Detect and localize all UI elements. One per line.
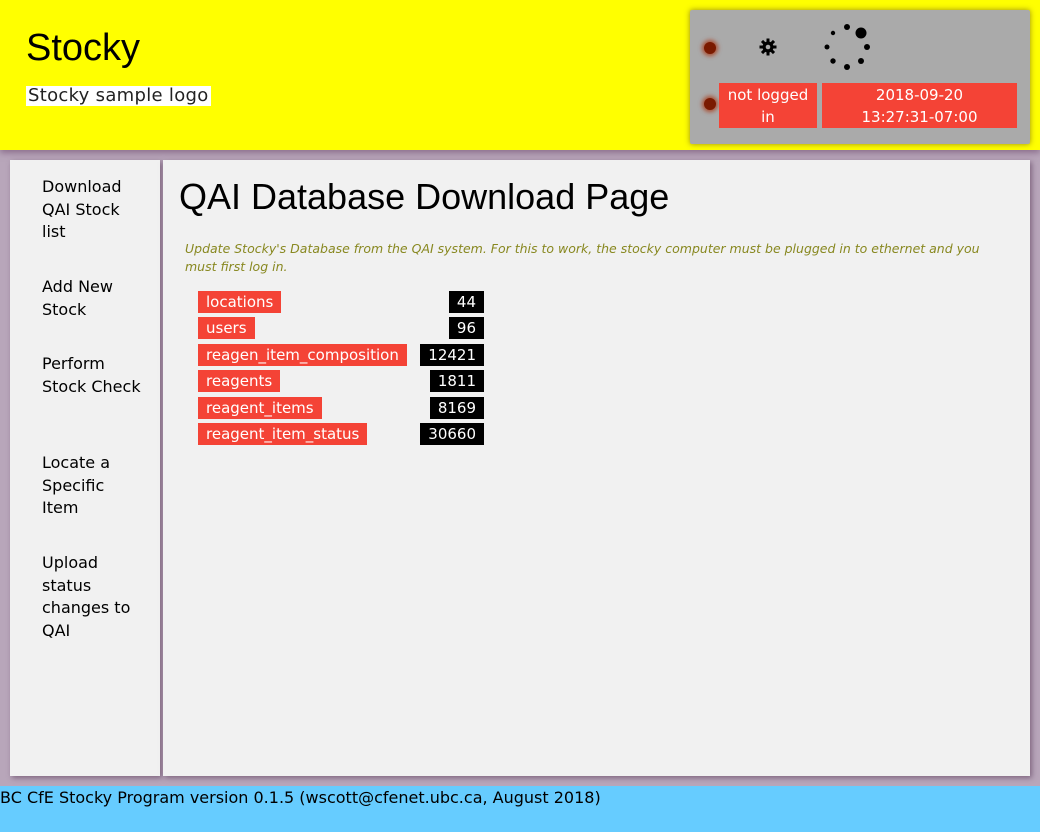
sidebar-item-stock-check[interactable]: Perform Stock Check [42,353,142,398]
table-count-badge: 8169 [429,397,484,419]
server-datetime: 2018-09-20 13:27:31-07:00 [822,83,1017,128]
header: Stocky Stocky sample logo not logged in … [0,0,1040,150]
login-status[interactable]: not logged in [719,83,817,128]
table-row: reagen_item_composition 12421 [198,344,498,366]
sidebar-item-add-stock[interactable]: Add New Stock [42,276,142,321]
footer: BC CfE Stocky Program version 0.1.5 (wsc… [0,786,1040,832]
table-count-badge: 44 [448,291,484,313]
logo: Stocky sample logo [26,85,211,106]
led-icon [704,98,716,110]
table-count-badge: 12421 [420,344,484,366]
login-status-line1: not logged [727,85,809,104]
table-count-badge: 1811 [429,370,484,392]
table-row: reagents 1811 [198,370,498,392]
app-title: Stocky [26,27,141,69]
login-status-line2: in [761,107,775,126]
sidebar: Download QAI Stock list Add New Stock Pe… [10,160,160,776]
main-content: QAI Database Download Page Update Stocky… [163,160,1030,776]
sidebar-item-upload-status[interactable]: Upload status changes to QAI [42,552,142,642]
table-row: users 96 [198,317,498,339]
page-title: QAI Database Download Page [179,176,670,217]
table-row: reagent_items 8169 [198,397,498,419]
table-name-badge: locations [198,291,282,313]
page-description: Update Stocky's Database from the QAI sy… [185,241,980,274]
sidebar-item-locate-item[interactable]: Locate a Specific Item [42,452,142,520]
version-info: BC CfE Stocky Program version 0.1.5 (wsc… [0,788,601,807]
date-text: 2018-09-20 [875,85,964,104]
table-count-badge: 30660 [420,423,484,445]
table-name-badge: reagen_item_composition [198,344,407,366]
table-row: locations 44 [198,291,498,313]
status-panel: not logged in 2018-09-20 13:27:31-07:00 [690,10,1030,144]
loading-spinner-icon [824,24,870,70]
sidebar-item-download-qai[interactable]: Download QAI Stock list [42,176,142,244]
time-text: 13:27:31-07:00 [861,107,978,126]
table-row: reagent_item_status 30660 [198,423,498,445]
table-name-badge: reagent_items [198,397,322,419]
table-name-badge: users [198,317,255,339]
gear-icon[interactable] [758,37,778,57]
table-name-badge: reagents [198,370,281,392]
table-count-badge: 96 [448,317,484,339]
table-name-badge: reagent_item_status [198,423,368,445]
led-icon [704,42,716,54]
